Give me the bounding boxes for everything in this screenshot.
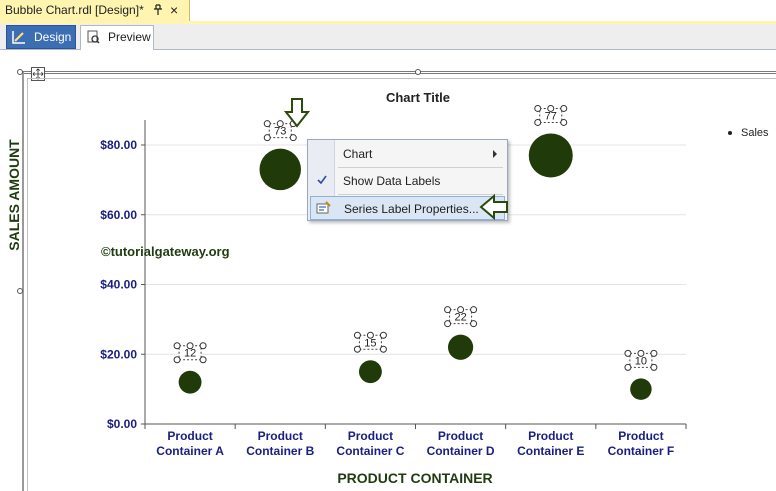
checkmark-icon <box>317 175 327 185</box>
y-tick-label: $20.00 <box>100 347 137 361</box>
label-selection-handle[interactable] <box>534 104 542 112</box>
label-selection-handle[interactable] <box>379 331 387 339</box>
bubble-point[interactable] <box>528 133 573 178</box>
label-selection-handle[interactable] <box>650 363 658 371</box>
chevron-right-icon <box>493 150 497 158</box>
x-tick-label: Product Container E <box>517 429 584 458</box>
data-label[interactable]: 12 <box>184 348 196 360</box>
bubble-point[interactable] <box>178 370 202 394</box>
label-selection-handle[interactable] <box>186 342 194 350</box>
label-selection-handle[interactable] <box>366 331 374 339</box>
label-selection-handle[interactable] <box>263 134 271 142</box>
label-selection-handle[interactable] <box>470 320 478 328</box>
menu-item-series-label-properties-label: Series Label Properties... <box>344 202 479 216</box>
watermark: ©tutorialgateway.org <box>101 244 230 259</box>
y-tick-label: $40.00 <box>100 278 137 292</box>
y-tick-label: $60.00 <box>100 208 137 222</box>
label-selection-handle[interactable] <box>560 118 568 126</box>
menu-separator <box>338 167 503 168</box>
x-tick-label: Product Container A <box>156 429 224 458</box>
properties-icon <box>316 201 331 214</box>
label-selection-handle[interactable] <box>534 118 542 126</box>
data-label[interactable]: 15 <box>364 337 376 349</box>
label-selection-handle[interactable] <box>353 331 361 339</box>
bubble-point[interactable] <box>447 334 474 360</box>
label-selection-handle[interactable] <box>444 306 452 314</box>
label-selection-handle[interactable] <box>637 349 645 357</box>
menu-item-series-label-properties[interactable]: Series Label Properties... <box>310 196 505 220</box>
context-menu: Chart Show Data Labels Series Label Prop… <box>307 139 508 221</box>
x-tick-label: Product Container C <box>336 429 404 458</box>
label-selection-handle[interactable] <box>457 306 465 314</box>
label-selection-handle[interactable] <box>624 363 632 371</box>
x-tick-label: Product Container D <box>427 429 495 458</box>
label-selection-handle[interactable] <box>353 345 361 353</box>
label-selection-handle[interactable] <box>289 134 297 142</box>
data-label[interactable]: 10 <box>635 355 647 367</box>
label-selection-handle[interactable] <box>379 345 387 353</box>
label-selection-handle[interactable] <box>173 356 181 364</box>
label-selection-handle[interactable] <box>199 356 207 364</box>
left-arrow-icon <box>479 194 508 220</box>
x-tick-label: Product Container B <box>246 429 314 458</box>
menu-item-show-data-labels[interactable]: Show Data Labels <box>310 169 505 193</box>
label-selection-handle[interactable] <box>263 120 271 128</box>
label-selection-handle[interactable] <box>276 120 284 128</box>
data-label[interactable]: 22 <box>454 312 466 324</box>
label-selection-handle[interactable] <box>547 104 555 112</box>
label-selection-handle[interactable] <box>624 349 632 357</box>
label-selection-handle[interactable] <box>199 342 207 350</box>
y-tick-label: $0.00 <box>107 417 137 431</box>
menu-item-show-data-labels-label: Show Data Labels <box>343 174 441 188</box>
label-selection-handle[interactable] <box>173 342 181 350</box>
menu-item-chart-label: Chart <box>343 147 373 161</box>
label-selection-handle[interactable] <box>470 306 478 314</box>
menu-item-chart[interactable]: Chart <box>310 142 505 166</box>
down-arrow-icon <box>284 98 310 128</box>
data-label[interactable]: 77 <box>545 110 557 122</box>
label-selection-handle[interactable] <box>650 349 658 357</box>
y-tick-label: $80.00 <box>100 138 137 152</box>
bubble-point[interactable] <box>259 148 301 191</box>
label-selection-handle[interactable] <box>560 104 568 112</box>
bubble-point[interactable] <box>358 360 382 384</box>
x-tick-label: Product Container F <box>608 429 675 458</box>
bubble-point[interactable] <box>630 378 652 400</box>
label-selection-handle[interactable] <box>444 320 452 328</box>
